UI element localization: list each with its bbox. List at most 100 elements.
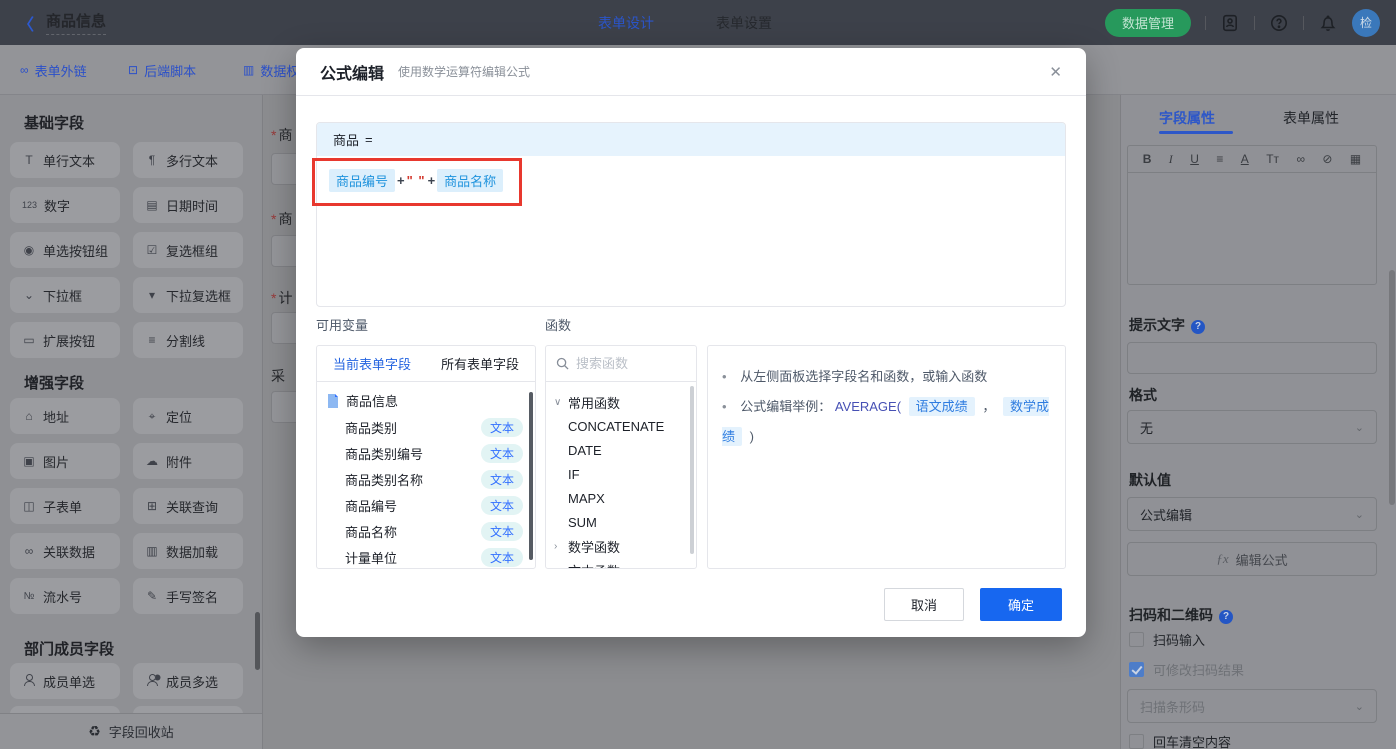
avatar[interactable]: 检 [1352, 8, 1380, 37]
external-link-button[interactable]: ∞ 表单外链 [20, 45, 87, 95]
scan-editable-checkbox[interactable]: 可修改扫码结果 [1129, 660, 1244, 679]
field-label: 扩展按钮 [43, 333, 96, 349]
data-permission-button[interactable]: ▥ 数据权 [243, 45, 299, 95]
field-recycle-bin[interactable]: ♻ 字段回收站 [0, 713, 262, 749]
insert-image-icon[interactable]: ▦ [1350, 152, 1361, 166]
function-item[interactable]: IF [546, 462, 696, 486]
tab-form-design[interactable]: 表单设计 [598, 13, 654, 33]
variables-scrollbar[interactable] [529, 392, 533, 560]
variable-item[interactable]: 商品名称 文本 [317, 518, 535, 544]
group-name: 商品信息 [346, 394, 399, 409]
field-signature[interactable]: ✎ 手写签名 [133, 578, 243, 614]
window-scrollbar[interactable] [1389, 270, 1395, 505]
functions-scrollbar[interactable] [690, 386, 694, 554]
function-search-input[interactable] [576, 356, 676, 371]
field-datetime[interactable]: ▤ 日期时间 [133, 187, 243, 223]
field-radio-group[interactable]: ◉ 单选按钮组 [10, 232, 120, 268]
variable-item[interactable]: 商品类别名称 文本 [317, 466, 535, 492]
help-badge-icon[interactable]: ? [1191, 320, 1205, 334]
field-select[interactable]: ⌄ 下拉框 [10, 277, 120, 313]
field-data-load[interactable]: ▥ 数据加载 [133, 533, 243, 569]
font-color-icon[interactable]: A [1241, 152, 1249, 166]
field-lookup[interactable]: ⊞ 关联查询 [133, 488, 243, 524]
function-item[interactable]: CONCATENATE [546, 414, 696, 438]
tab-current-form-fields[interactable]: 当前表单字段 [333, 354, 411, 373]
align-icon[interactable]: ≡ [1216, 152, 1223, 166]
variable-item[interactable]: 计量单位 文本 [317, 544, 535, 568]
field-member-multi[interactable]: 成员多选 [133, 663, 243, 699]
italic-icon[interactable]: I [1169, 152, 1173, 167]
cancel-button[interactable]: 取消 [884, 588, 964, 621]
pen-icon: ✎ [146, 589, 158, 603]
formula-expression[interactable]: 商品编号 + " " + 商品名称 [317, 156, 1065, 205]
field-number[interactable]: 123 数字 [10, 187, 120, 223]
sidebar-scrollbar[interactable] [255, 612, 260, 670]
field-relation-data[interactable]: ∞ 关联数据 [10, 533, 120, 569]
field-member-single[interactable]: 成员单选 [10, 663, 120, 699]
single-text-icon: T [25, 153, 33, 167]
field-serial-number[interactable]: № 流水号 [10, 578, 120, 614]
form-field-label: 商 [271, 125, 292, 145]
field-multi-text[interactable]: ¶ 多行文本 [133, 142, 243, 178]
field-chip[interactable]: 商品编号 [329, 169, 396, 192]
comma: ， [982, 399, 996, 414]
rich-text-content[interactable] [1128, 173, 1376, 284]
field-address[interactable]: ⌂ 地址 [10, 398, 120, 434]
edit-formula-button[interactable]: ƒx 编辑公式 [1127, 542, 1377, 576]
bold-icon[interactable]: B [1143, 152, 1152, 166]
field-extend-button[interactable]: ▭ 扩展按钮 [10, 322, 120, 358]
backend-script-button[interactable]: ⊡ 后端脚本 [128, 45, 196, 95]
variable-name: 商品名称 [345, 524, 398, 540]
field-label: 多行文本 [166, 153, 219, 169]
font-size-icon[interactable]: Tт [1266, 152, 1279, 166]
format-select[interactable]: 无 ⌄ [1127, 410, 1377, 444]
contacts-icon[interactable] [1220, 13, 1240, 33]
bell-icon[interactable] [1318, 13, 1338, 33]
confirm-button[interactable]: 确定 [980, 588, 1062, 621]
field-divider[interactable]: ≡ 分割线 [133, 322, 243, 358]
function-group-text[interactable]: › 文本函数 [546, 558, 696, 569]
variable-item[interactable]: 商品编号 文本 [317, 492, 535, 518]
field-attachment[interactable]: ☁ 附件 [133, 443, 243, 479]
function-group-math[interactable]: › 数学函数 [546, 534, 696, 558]
help-icon[interactable] [1269, 13, 1289, 33]
function-item[interactable]: SUM [546, 510, 696, 534]
variables-tabs: 当前表单字段 所有表单字段 [317, 346, 535, 382]
field-single-text[interactable]: T 单行文本 [10, 142, 120, 178]
function-item[interactable]: MAPX [546, 486, 696, 510]
field-location[interactable]: ⌖ 定位 [133, 398, 243, 434]
underline-icon[interactable]: U [1190, 152, 1199, 166]
variables-group[interactable]: 商品信息 [317, 382, 535, 414]
tab-field-properties[interactable]: 字段属性 [1159, 108, 1215, 128]
variable-item[interactable]: 商品类别编号 文本 [317, 440, 535, 466]
tab-all-form-fields[interactable]: 所有表单字段 [441, 354, 519, 373]
tab-form-settings[interactable]: 表单设置 [716, 13, 772, 33]
field-label: 日期时间 [166, 198, 219, 214]
chevron-down-icon: ∨ [554, 396, 562, 408]
field-checkbox-group[interactable]: ☑ 复选框组 [133, 232, 243, 268]
field-image[interactable]: ▣ 图片 [10, 443, 120, 479]
enter-clear-checkbox[interactable]: 回车清空内容 [1129, 732, 1231, 749]
default-value-select[interactable]: 公式编辑 ⌄ [1127, 497, 1377, 531]
tab-form-properties[interactable]: 表单属性 [1283, 108, 1339, 128]
scan-input-checkbox[interactable]: 扫码输入 [1129, 630, 1205, 649]
help-text: 公式编辑举例： [740, 399, 832, 414]
insert-link-icon[interactable]: ∞ [1296, 152, 1305, 166]
back-icon[interactable]: 〈 [18, 11, 34, 35]
field-library-sidebar: 基础字段 T 单行文本 ¶ 多行文本 123 数字 ▤ 日期时间 ◉ 单选按钮组 ☑ 复选框… [0, 95, 263, 749]
field-chip[interactable]: 商品名称 [437, 169, 504, 192]
data-manage-button[interactable]: 数据管理 [1104, 8, 1191, 37]
hint-text-input[interactable] [1127, 342, 1377, 374]
close-icon[interactable]: ✕ [1049, 63, 1062, 81]
field-subform[interactable]: ◫ 子表单 [10, 488, 120, 524]
variable-item[interactable]: 商品类别 文本 [317, 414, 535, 440]
group-label: 常用函数 [568, 395, 621, 411]
scan-mode-select[interactable]: 扫描条形码 ⌄ [1127, 689, 1377, 723]
function-group-common[interactable]: ∨ 常用函数 [546, 390, 696, 414]
function-item[interactable]: DATE [546, 438, 696, 462]
remove-link-icon[interactable]: ⊘ [1322, 152, 1332, 166]
help-badge-icon[interactable]: ? [1219, 610, 1233, 624]
field-multi-select[interactable]: ▾ 下拉复选框 [133, 277, 243, 313]
help-line: • 从左侧面板选择字段名和函数，或输入函数 [722, 362, 1051, 392]
bullet-icon: • [722, 399, 727, 414]
